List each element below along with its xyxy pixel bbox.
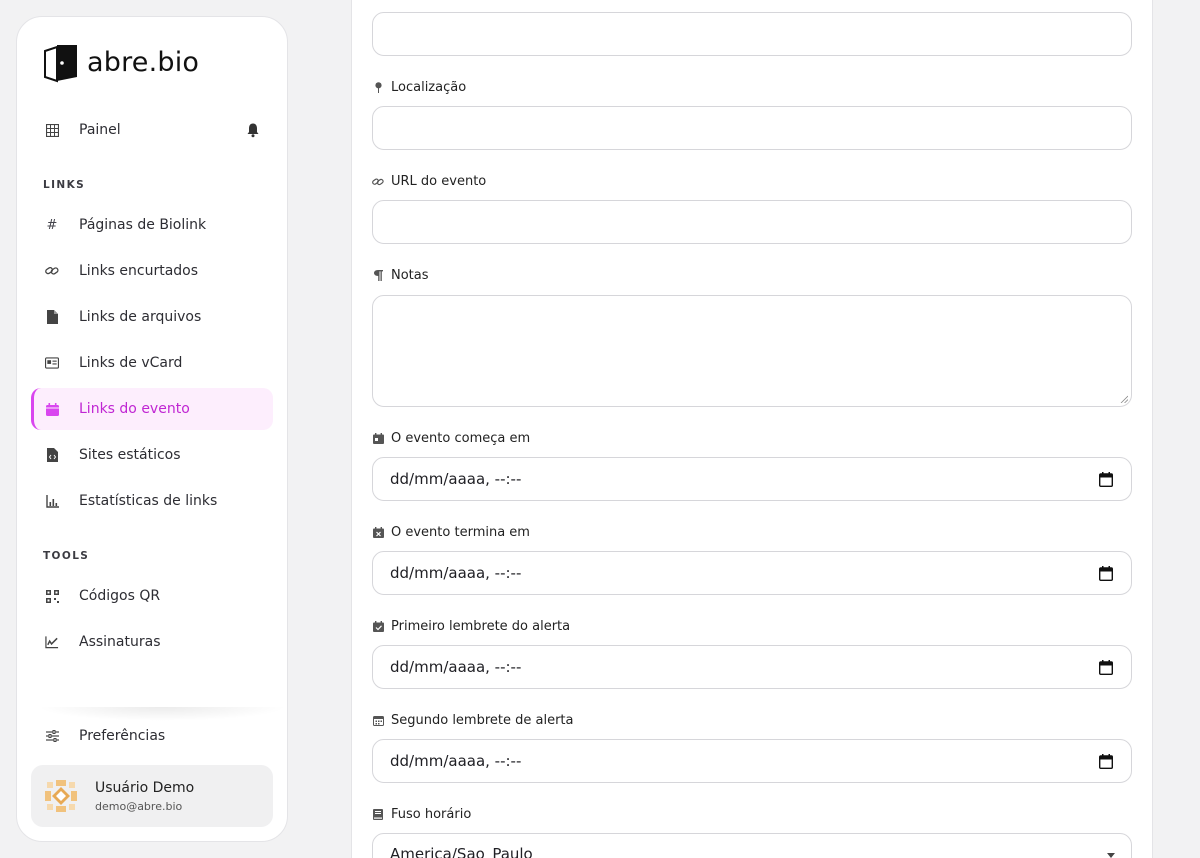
user-name: Usuário Demo xyxy=(95,779,195,796)
second-reminder-input[interactable]: dd/mm/aaaa, --:-- xyxy=(372,739,1132,783)
file-code-icon xyxy=(45,448,59,462)
book-icon xyxy=(372,809,384,821)
link-icon xyxy=(45,264,59,278)
nav-item-event-links[interactable]: Links do evento xyxy=(31,388,273,430)
timezone-label-text: Fuso horário xyxy=(391,807,472,822)
nav-item-qr-codes[interactable]: Códigos QR xyxy=(31,575,273,617)
location-label: Localização xyxy=(372,80,466,95)
user-email: demo@abre.bio xyxy=(95,799,183,813)
nav-item-signatures[interactable]: Assinaturas xyxy=(31,621,273,663)
first-reminder-label: Primeiro lembrete do alerta xyxy=(372,619,570,634)
nav-item-label: Links encurtados xyxy=(79,263,199,279)
paragraph-icon xyxy=(372,270,384,282)
links-section-label: LINKS xyxy=(43,179,86,191)
location-label-text: Localização xyxy=(391,80,467,95)
nav-item-label: Assinaturas xyxy=(79,634,161,650)
nav-item-label: Estatísticas de links xyxy=(79,493,218,509)
notes-label-text: Notas xyxy=(391,268,429,283)
second-reminder-label-text: Segundo lembrete de alerta xyxy=(391,713,574,728)
signature-icon xyxy=(45,635,59,649)
event-end-input[interactable]: dd/mm/aaaa, --:-- xyxy=(372,551,1132,595)
qrcode-icon xyxy=(45,589,59,603)
calendar-icon xyxy=(45,402,59,416)
sidebar: abre.bio Painel LINKS # Páginas de Bioli… xyxy=(16,16,288,842)
brand-logo[interactable]: abre.bio xyxy=(39,41,199,83)
event-start-label-text: O evento começa em xyxy=(391,431,531,446)
door-logo-icon xyxy=(44,45,77,83)
event-start-input[interactable]: dd/mm/aaaa, --:-- xyxy=(372,457,1132,501)
file-icon xyxy=(45,310,59,324)
event-url-label: URL do evento xyxy=(372,174,486,189)
nav-item-label: Painel xyxy=(79,122,121,138)
calendar-picker-icon[interactable] xyxy=(1099,754,1113,769)
chevron-down-icon xyxy=(1107,853,1115,858)
top-text-input[interactable] xyxy=(372,12,1132,56)
hash-icon: # xyxy=(46,217,58,233)
nav-item-label: Links de vCard xyxy=(79,355,183,371)
nav-item-dashboard[interactable]: Painel xyxy=(31,109,273,151)
nav-item-preferences[interactable]: Preferências xyxy=(31,715,273,757)
nav-item-biolink-pages[interactable]: # Páginas de Biolink xyxy=(31,204,273,246)
first-reminder-input[interactable]: dd/mm/aaaa, --:-- xyxy=(372,645,1132,689)
nav-item-label: Links de arquivos xyxy=(79,309,202,325)
event-start-value: dd/mm/aaaa, --:-- xyxy=(390,470,522,488)
event-end-label: O evento termina em xyxy=(372,525,530,540)
timezone-select[interactable]: America/Sao_Paulo xyxy=(372,833,1132,858)
nav-item-vcard-links[interactable]: Links de vCard xyxy=(31,342,273,384)
nav-item-static-sites[interactable]: Sites estáticos xyxy=(31,434,273,476)
calendar-picker-icon[interactable] xyxy=(1099,472,1113,487)
second-reminder-value: dd/mm/aaaa, --:-- xyxy=(390,752,522,770)
avatar xyxy=(45,780,77,812)
nav-item-short-links[interactable]: Links encurtados xyxy=(31,250,273,292)
first-reminder-value: dd/mm/aaaa, --:-- xyxy=(390,658,522,676)
brand-name: abre.bio xyxy=(87,46,200,78)
resize-handle-icon[interactable] xyxy=(1120,395,1128,403)
second-reminder-label: Segundo lembrete de alerta xyxy=(372,713,574,728)
nav-item-label: Códigos QR xyxy=(79,588,161,604)
nav-item-label: Páginas de Biolink xyxy=(79,217,207,233)
calendar-days-icon xyxy=(372,715,384,727)
bell-icon[interactable] xyxy=(245,122,261,138)
sliders-icon xyxy=(45,729,59,743)
event-url-input[interactable] xyxy=(372,200,1132,244)
map-pin-icon xyxy=(372,82,384,94)
event-url-label-text: URL do evento xyxy=(391,174,487,189)
event-start-label: O evento começa em xyxy=(372,431,530,446)
calendar-check-icon xyxy=(372,621,384,633)
event-end-label-text: O evento termina em xyxy=(391,525,530,540)
timezone-value: America/Sao_Paulo xyxy=(390,845,533,858)
nav-item-label: Links do evento xyxy=(79,401,190,417)
link-icon xyxy=(372,176,384,188)
timezone-label: Fuso horário xyxy=(372,807,471,822)
event-end-value: dd/mm/aaaa, --:-- xyxy=(390,564,522,582)
notes-textarea[interactable] xyxy=(372,295,1132,407)
user-card[interactable]: Usuário Demo demo@abre.bio xyxy=(31,765,273,827)
nav-item-label: Sites estáticos xyxy=(79,447,181,463)
first-reminder-label-text: Primeiro lembrete do alerta xyxy=(391,619,571,634)
calendar-x-icon xyxy=(372,527,384,539)
nav-item-link-stats[interactable]: Estatísticas de links xyxy=(31,480,273,522)
nav-item-label: Preferências xyxy=(79,728,166,744)
calendar-picker-icon[interactable] xyxy=(1099,566,1113,581)
id-card-icon xyxy=(45,356,59,370)
calendar-picker-icon[interactable] xyxy=(1099,660,1113,675)
location-input[interactable] xyxy=(372,106,1132,150)
grid-icon xyxy=(45,123,59,137)
chart-icon xyxy=(45,494,59,508)
calendar-icon xyxy=(372,433,384,445)
tools-section-label: TOOLS xyxy=(43,550,90,562)
notes-label: Notas xyxy=(372,268,429,283)
nav-item-file-links[interactable]: Links de arquivos xyxy=(31,296,273,338)
